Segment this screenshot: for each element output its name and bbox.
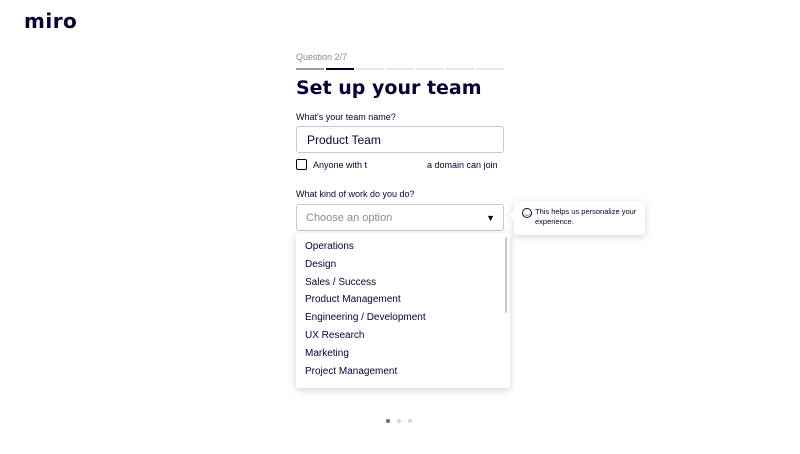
option-ux-research[interactable]: UX Research	[296, 327, 510, 345]
domain-join-checkbox[interactable]	[296, 159, 307, 170]
option-product-management[interactable]: Product Management	[296, 291, 510, 309]
progress-segment	[386, 68, 414, 70]
miro-logo[interactable]: miro	[24, 9, 77, 33]
option-list: Operations Design Sales / Success Produc…	[296, 233, 510, 380]
progress-segment	[296, 68, 324, 70]
option-project-management[interactable]: Project Management	[296, 363, 510, 381]
progress-segment	[356, 68, 384, 70]
domain-join-label: Anyone with ta domain can join	[313, 159, 498, 170]
option-design[interactable]: Design	[296, 256, 510, 274]
work-kind-dropdown[interactable]: Operations Design Sales / Success Produc…	[296, 233, 510, 388]
page-title: Set up your team	[296, 77, 482, 99]
question-counter: Question 2/7	[296, 52, 348, 62]
pagination-dot[interactable]	[386, 419, 390, 423]
progress-segment	[476, 68, 504, 70]
progress-bar	[296, 68, 504, 70]
option-operations[interactable]: Operations	[296, 238, 510, 256]
chevron-down-icon: ▼	[486, 212, 495, 223]
tooltip-text: This helps us personalize your experienc…	[535, 207, 637, 226]
team-name-label: What's your team name?	[296, 112, 396, 122]
work-kind-label: What kind of work do you do?	[296, 189, 415, 199]
pagination-dot[interactable]	[408, 419, 412, 423]
progress-segment	[446, 68, 474, 70]
personalize-tooltip: ‿ This helps us personalize your experie…	[514, 201, 645, 235]
pagination-dot[interactable]	[397, 419, 401, 423]
work-kind-select[interactable]: Choose an option ▼	[296, 204, 504, 231]
option-engineering-development[interactable]: Engineering / Development	[296, 309, 510, 327]
select-placeholder: Choose an option	[306, 211, 393, 224]
dropdown-scrollbar[interactable]	[505, 237, 507, 313]
option-marketing[interactable]: Marketing	[296, 345, 510, 363]
progress-segment	[326, 68, 354, 70]
pagination-dots	[386, 419, 412, 423]
domain-join-option[interactable]: Anyone with ta domain can join	[296, 159, 498, 170]
smile-icon: ‿	[522, 208, 532, 218]
team-name-input[interactable]	[296, 126, 504, 153]
option-sales-success[interactable]: Sales / Success	[296, 274, 510, 292]
progress-segment	[416, 68, 444, 70]
